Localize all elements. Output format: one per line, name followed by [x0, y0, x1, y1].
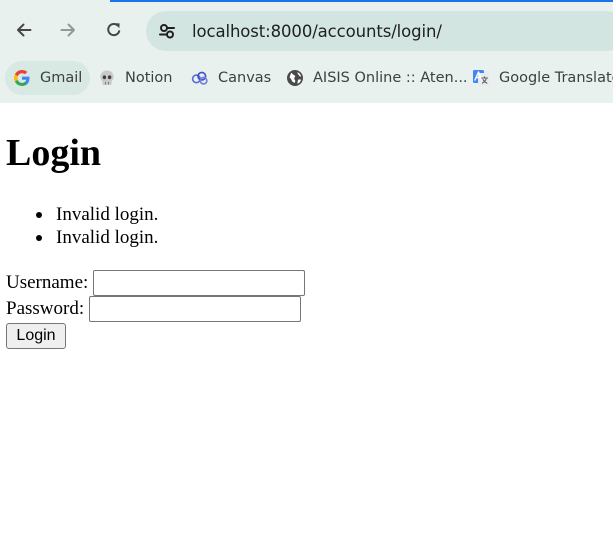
- page-title: Login: [6, 132, 102, 174]
- google-icon: [13, 69, 31, 87]
- translate-icon: [472, 69, 490, 87]
- skull-icon: [98, 69, 116, 87]
- address-bar[interactable]: localhost:8000/accounts/login/: [146, 11, 613, 51]
- bookmark-label: Canvas: [218, 70, 272, 86]
- site-info-button[interactable]: [153, 17, 181, 45]
- url-text: localhost:8000/accounts/login/: [192, 21, 442, 41]
- tab-strip: [0, 0, 613, 3]
- username-label: Username:: [6, 271, 89, 293]
- password-field[interactable]: [89, 295, 302, 322]
- bookmark-label: Google Translate: [499, 70, 613, 86]
- browser-toolbar: localhost:8000/accounts/login/: [0, 8, 613, 54]
- bookmark-google-translate[interactable]: Google Translate: [464, 61, 613, 95]
- bookmark-label: Notion: [125, 70, 173, 86]
- bookmark-label: Gmail: [40, 70, 83, 86]
- reload-icon: [107, 22, 121, 37]
- error-message: Invalid login.: [35, 204, 159, 225]
- bookmark-canvas[interactable]: Canvas: [183, 61, 279, 95]
- canvas-icon: [191, 69, 209, 87]
- bookmark-notion[interactable]: Notion: [90, 61, 181, 95]
- login-button[interactable]: Login: [6, 323, 66, 349]
- forward-button[interactable]: [52, 14, 84, 46]
- bookmark-aisis[interactable]: AISIS Online :: Aten...: [278, 61, 476, 95]
- back-button[interactable]: [8, 14, 40, 46]
- site-info-icon: [159, 24, 175, 39]
- active-tab-indicator: [110, 0, 613, 2]
- page-content: Login Invalid login. Invalid login. User…: [0, 103, 613, 554]
- password-row: Password:: [6, 295, 302, 322]
- username-row: Username:: [6, 269, 306, 296]
- password-label: Password:: [6, 297, 85, 319]
- globe-icon: [286, 69, 304, 87]
- browser-chrome: localhost:8000/accounts/login/ Gmail Not…: [0, 0, 613, 103]
- arrow-left-icon: [17, 23, 32, 37]
- bookmark-label: AISIS Online :: Aten...: [313, 70, 468, 86]
- error-list: Invalid login. Invalid login.: [6, 203, 158, 249]
- username-field[interactable]: [93, 269, 306, 296]
- reload-button[interactable]: [98, 14, 130, 46]
- error-message: Invalid login.: [35, 227, 159, 248]
- bookmarks-bar: Gmail Notion Canvas AISIS Online:: Aten…: [0, 60, 613, 96]
- bookmark-gmail[interactable]: Gmail: [5, 61, 91, 95]
- arrow-right-icon: [60, 23, 75, 37]
